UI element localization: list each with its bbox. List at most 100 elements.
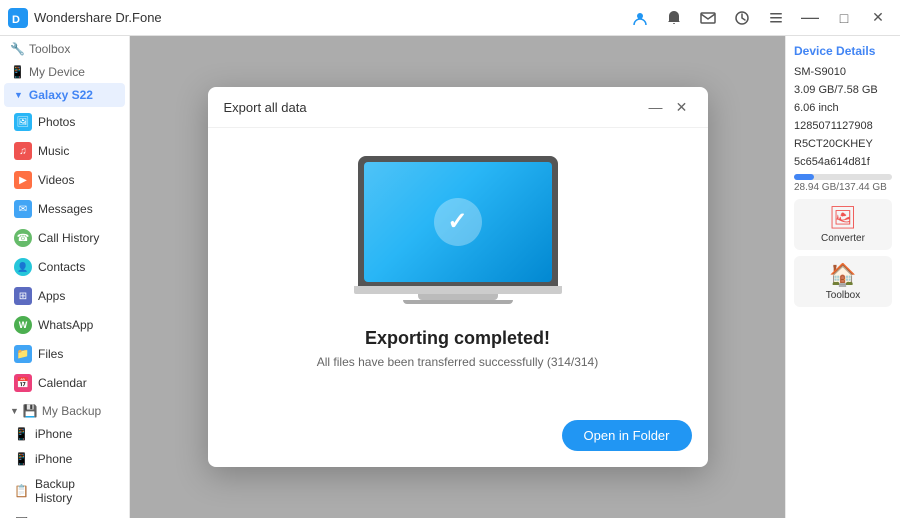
menu-icon[interactable] xyxy=(762,4,790,32)
sidebar: 🔧 Toolbox 📱 My Device ▼ Galaxy S22 🖼 Pho… xyxy=(0,36,130,518)
my-device-icon: 📱 xyxy=(10,65,25,79)
account-icon[interactable] xyxy=(626,4,654,32)
checkmark-icon: ✓ xyxy=(447,207,467,236)
laptop-feet xyxy=(403,300,513,304)
calendar-label: Calendar xyxy=(38,376,87,390)
music-label: Music xyxy=(38,144,69,158)
apps-icon: ⊞ xyxy=(14,287,32,305)
device-details-title: Device Details xyxy=(794,44,892,58)
device-label: Galaxy S22 xyxy=(29,88,93,102)
toolbox-icon: 🔧 xyxy=(10,42,25,56)
converter-card[interactable]: 🖼 Converter xyxy=(794,199,892,250)
files-icon: 📁 xyxy=(14,345,32,363)
iphone1-label: iPhone xyxy=(35,427,72,441)
device-storage-row: 3.09 GB/7.58 GB xyxy=(794,84,892,96)
sidebar-item-videos[interactable]: ▶ Videos xyxy=(4,166,125,194)
device-imei-row: 1285071127908 xyxy=(794,120,892,132)
my-device-header[interactable]: 📱 My Device xyxy=(0,59,129,82)
device-hash: 5c654a614d81f xyxy=(794,156,892,168)
check-circle: ✓ xyxy=(434,198,482,246)
sidebar-item-backup-history[interactable]: 📋 Backup History xyxy=(4,472,125,510)
mail-icon[interactable] xyxy=(694,4,722,32)
content-area: Export all data — ✕ ✓ xyxy=(130,36,785,518)
sidebar-item-apps[interactable]: ⊞ Apps xyxy=(4,282,125,310)
device-serial: R5CT20CKHEY xyxy=(794,138,892,150)
device-serial-row: R5CT20CKHEY xyxy=(794,138,892,150)
export-modal: Export all data — ✕ ✓ xyxy=(208,87,708,467)
storage-bar-bg xyxy=(794,174,892,180)
sidebar-item-music[interactable]: ♫ Music xyxy=(4,137,125,165)
window-controls: — □ ✕ xyxy=(626,4,892,32)
calendar-icon: 📅 xyxy=(14,374,32,392)
toolbox-header[interactable]: 🔧 Toolbox xyxy=(0,36,129,59)
call-history-label: Call History xyxy=(38,231,99,245)
modal-body: ✓ Exporting completed! All files have be… xyxy=(208,128,708,408)
toolbox-card-label: Toolbox xyxy=(800,290,886,301)
photos-icon: 🖼 xyxy=(14,113,32,131)
modal-minimize-button[interactable]: — xyxy=(646,97,666,117)
my-backup-header[interactable]: ▼ 💾 My Backup xyxy=(0,398,129,421)
chevron-down-icon: ▼ xyxy=(14,90,23,100)
storage-bar-fill xyxy=(794,174,814,180)
modal-header: Export all data — ✕ xyxy=(208,87,708,128)
laptop-screen-inner: ✓ xyxy=(364,162,552,282)
notification-icon[interactable] xyxy=(660,4,688,32)
main-layout: 🔧 Toolbox 📱 My Device ▼ Galaxy S22 🖼 Pho… xyxy=(0,36,900,518)
minimize-button[interactable]: — xyxy=(796,4,824,32)
device-model-row: SM-S9010 xyxy=(794,66,892,78)
history-icon[interactable] xyxy=(728,4,756,32)
laptop-screen-outer: ✓ xyxy=(358,156,558,286)
modal-footer: Open in Folder xyxy=(208,408,708,467)
sidebar-item-calendar[interactable]: 📅 Calendar xyxy=(4,369,125,397)
iphone2-label: iPhone xyxy=(35,452,72,466)
modal-header-actions: — ✕ xyxy=(646,97,692,117)
sidebar-item-call-history[interactable]: ☎ Call History xyxy=(4,224,125,252)
contacts-label: Contacts xyxy=(38,260,85,274)
close-button[interactable]: ✕ xyxy=(864,4,892,32)
app-title: Wondershare Dr.Fone xyxy=(34,10,162,25)
sidebar-item-screen-mirror[interactable]: 🖥 Screen Mirror xyxy=(4,511,125,518)
sidebar-item-contacts[interactable]: 👤 Contacts xyxy=(4,253,125,281)
sidebar-item-iphone2[interactable]: 📱 iPhone xyxy=(4,447,125,471)
chevron-down-backup-icon: ▼ xyxy=(10,406,19,416)
toolbox-card[interactable]: 🏠 Toolbox xyxy=(794,256,892,307)
iphone2-icon: 📱 xyxy=(14,452,29,466)
backup-history-icon: 📋 xyxy=(14,484,29,498)
files-label: Files xyxy=(38,347,63,361)
device-model: SM-S9010 xyxy=(794,66,892,78)
success-title: Exporting completed! xyxy=(365,328,550,349)
iphone1-icon: 📱 xyxy=(14,427,29,441)
right-panel: Device Details SM-S9010 3.09 GB/7.58 GB … xyxy=(785,36,900,518)
toolbox-card-icon: 🏠 xyxy=(800,262,886,288)
device-screen-row: 6.06 inch xyxy=(794,102,892,114)
converter-card-label: Converter xyxy=(800,233,886,244)
sidebar-item-galaxy-s22[interactable]: ▼ Galaxy S22 xyxy=(4,83,125,107)
laptop-stand xyxy=(418,294,498,300)
apps-label: Apps xyxy=(38,289,65,303)
sidebar-item-messages[interactable]: ✉ Messages xyxy=(4,195,125,223)
sidebar-item-whatsapp[interactable]: W WhatsApp xyxy=(4,311,125,339)
call-history-icon: ☎ xyxy=(14,229,32,247)
videos-label: Videos xyxy=(38,173,74,187)
storage-used-text: 28.94 GB/137.44 GB xyxy=(794,182,892,193)
device-imei: 1285071127908 xyxy=(794,120,892,132)
modal-close-button[interactable]: ✕ xyxy=(672,97,692,117)
contacts-icon: 👤 xyxy=(14,258,32,276)
app-logo: D xyxy=(8,8,28,28)
my-backup-label: My Backup xyxy=(42,404,101,418)
sidebar-item-files[interactable]: 📁 Files xyxy=(4,340,125,368)
sidebar-item-photos[interactable]: 🖼 Photos xyxy=(4,108,125,136)
sidebar-item-iphone1[interactable]: 📱 iPhone xyxy=(4,422,125,446)
device-screen: 6.06 inch xyxy=(794,102,892,114)
messages-label: Messages xyxy=(38,202,93,216)
my-backup-icon: 💾 xyxy=(23,404,38,418)
laptop-base xyxy=(354,286,562,294)
modal-overlay: Export all data — ✕ ✓ xyxy=(130,36,785,518)
music-icon: ♫ xyxy=(14,142,32,160)
my-device-label: My Device xyxy=(29,65,85,79)
titlebar: D Wondershare Dr.Fone — □ ✕ xyxy=(0,0,900,36)
open-in-folder-button[interactable]: Open in Folder xyxy=(562,420,692,451)
toolbox-label: Toolbox xyxy=(29,42,70,56)
maximize-button[interactable]: □ xyxy=(830,4,858,32)
messages-icon: ✉ xyxy=(14,200,32,218)
